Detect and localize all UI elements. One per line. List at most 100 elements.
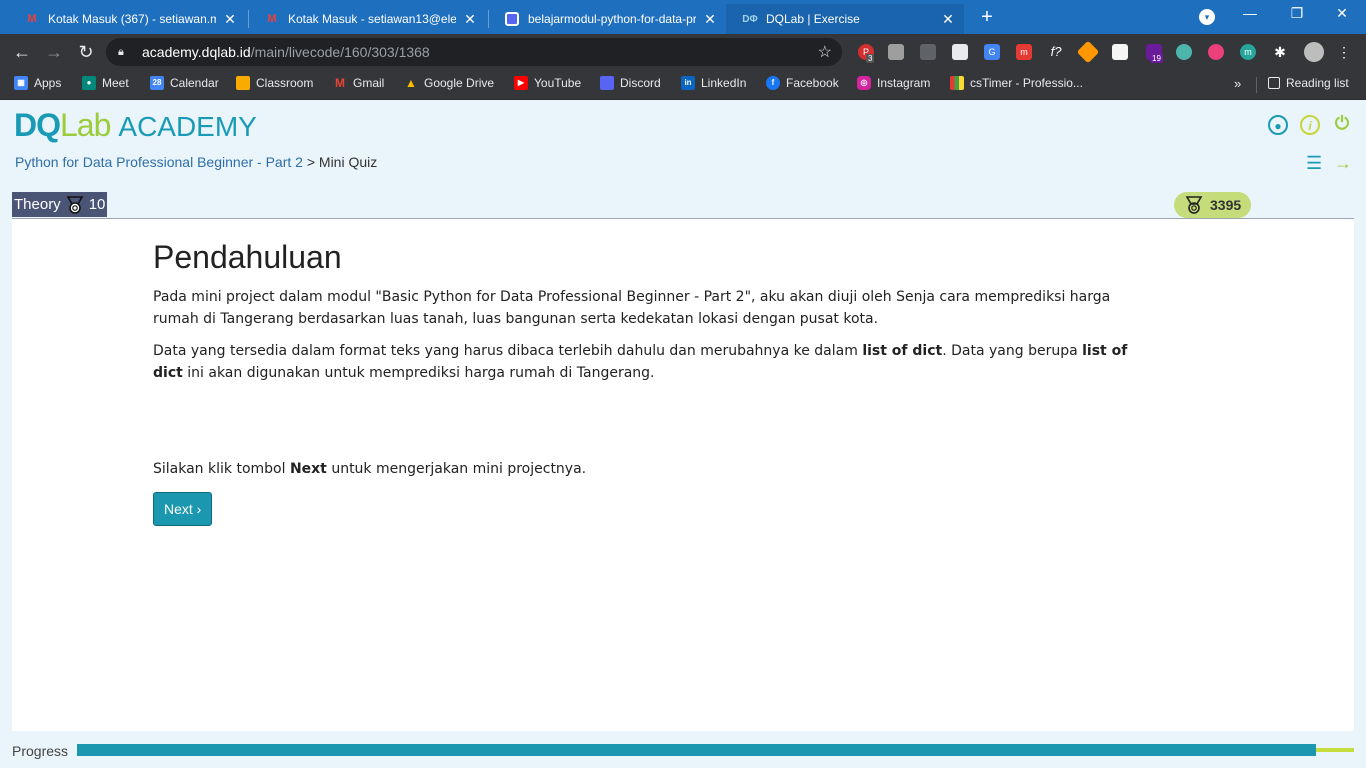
theory-badge: Theory 10 (12, 192, 108, 217)
extension-icon[interactable] (952, 44, 968, 60)
lesson-card: Pendahuluan Pada mini project dalam modu… (12, 219, 1354, 731)
dqlab-page: DQ Lab ACADEMY ● i ⏻ Python for Data Profe… (0, 102, 1366, 768)
linkedin-icon: in (681, 76, 695, 90)
youtube-icon: ▶ (514, 76, 528, 90)
progress-label: Progress (12, 743, 69, 759)
bookmark-facebook[interactable]: f Facebook (766, 76, 839, 90)
window-close-button[interactable]: ✕ (1330, 5, 1354, 22)
forward-arrow-icon[interactable]: → (42, 41, 66, 63)
bookmark-star-icon[interactable]: ☆ (818, 42, 832, 62)
close-icon[interactable]: ✕ (462, 11, 478, 28)
tab-gmail-inbox-2[interactable]: M Kotak Masuk - setiawan13@elekt ✕ (248, 4, 486, 34)
tab-title: DQLab | Exercise (766, 12, 860, 26)
gmail-icon: M (267, 13, 277, 25)
extension-icon[interactable] (1208, 44, 1224, 60)
lesson-paragraph-3: Silakan klik tombol Next untuk mengerjak… (153, 461, 587, 477)
extension-icon[interactable]: m (1240, 44, 1256, 60)
apps-grid-icon: ▦ (14, 76, 28, 90)
power-icon[interactable]: ⏻ (1332, 114, 1352, 134)
extension-badge: 19 (1150, 54, 1163, 63)
facebook-icon: f (766, 76, 780, 90)
reading-list-icon (1268, 77, 1280, 89)
tab-title: Kotak Masuk (367) - setiawan.mo (48, 12, 216, 26)
points-badge: 3395 (1174, 192, 1252, 218)
lesson-paragraph-2: Data yang tersedia dalam format teks yan… (153, 343, 1128, 381)
calendar-icon: 28 (150, 76, 164, 90)
bookmark-google-drive[interactable]: ▲ Google Drive (404, 76, 494, 90)
new-tab-button[interactable]: + (976, 6, 998, 28)
bookmark-youtube[interactable]: ▶ YouTube (514, 76, 581, 90)
extension-icon[interactable] (888, 44, 904, 60)
url-path: /main/livecode/160/303/1368 (250, 44, 430, 60)
bookmarks-more-chevron[interactable]: » (1234, 76, 1241, 91)
lesson-paragraph-1: Pada mini project dalam modul "Basic Pyt… (153, 289, 1111, 327)
minimize-button[interactable]: — (1238, 5, 1262, 21)
close-icon[interactable]: ✕ (222, 11, 238, 28)
classroom-icon (236, 76, 250, 90)
list-icon[interactable]: ☰ (1306, 153, 1322, 174)
tab-discord[interactable]: belajarmodul-python-for-data-pr ✕ (488, 4, 726, 34)
puzzle-icon[interactable]: ✱ (1272, 44, 1288, 60)
discord-icon (600, 76, 614, 90)
breadcrumb: Python for Data Professional Beginner - … (15, 154, 377, 170)
reading-list-button[interactable]: Reading list (1268, 76, 1349, 90)
bookmark-apps[interactable]: ▦ Apps (14, 76, 61, 90)
breadcrumb-separator: > (306, 154, 316, 170)
bookmark-classroom[interactable]: Classroom (236, 76, 313, 90)
instagram-icon: ◎ (857, 76, 871, 90)
dqlab-icon: DΦ (742, 13, 758, 25)
bookmark-gmail[interactable]: M Gmail (333, 76, 384, 90)
back-arrow-icon[interactable]: ← (10, 41, 34, 63)
extension-icon[interactable] (1076, 40, 1100, 64)
theory-label: Theory (14, 196, 61, 213)
extension-icon[interactable]: m (1016, 44, 1032, 60)
discord-icon (504, 11, 520, 27)
close-icon[interactable]: ✕ (940, 11, 956, 28)
tab-gmail-inbox-1[interactable]: M Kotak Masuk (367) - setiawan.mo ✕ (8, 4, 246, 34)
restore-button[interactable]: ❐ (1285, 5, 1309, 22)
lesson-title: Pendahuluan (153, 239, 342, 275)
meet-icon: ● (82, 76, 96, 90)
close-icon[interactable]: ✕ (702, 11, 718, 28)
progress-bar (77, 743, 1354, 756)
gmail-icon: M (335, 76, 345, 90)
bookmark-calendar[interactable]: 28 Calendar (150, 76, 219, 90)
tab-dqlab-exercise[interactable]: DΦ DQLab | Exercise ✕ (726, 4, 964, 34)
reload-icon[interactable]: ↻ (74, 41, 98, 63)
progress-fill (77, 744, 1316, 756)
medal-icon (66, 195, 84, 214)
tab-title: belajarmodul-python-for-data-pr (528, 12, 696, 26)
cstimer-icon (950, 76, 964, 90)
chevron-down-icon[interactable]: ▾ (1199, 9, 1215, 25)
extension-icon[interactable] (1112, 44, 1128, 60)
browser-toolbar: ← → ↻ 🔒︎ academy.dqlab.id/main/livecode/… (0, 34, 1366, 70)
user-profile-icon[interactable]: ● (1268, 115, 1288, 135)
theory-count: 10 (88, 196, 106, 213)
drive-icon: ▲ (405, 76, 417, 90)
info-icon[interactable]: i (1300, 115, 1320, 135)
bookmark-meet[interactable]: ● Meet (82, 76, 129, 90)
menu-dots-icon[interactable]: ⋮ (1336, 44, 1352, 60)
address-bar[interactable]: 🔒︎ academy.dqlab.id/main/livecode/160/30… (106, 38, 842, 66)
breadcrumb-current: Mini Quiz (318, 154, 378, 170)
bookmark-discord[interactable]: Discord (600, 76, 661, 90)
dqlab-academy-logo[interactable]: DQ Lab ACADEMY (14, 107, 257, 144)
bookmark-instagram[interactable]: ◎ Instagram (857, 76, 930, 90)
bookmarks-bar: ▦ Apps ● Meet 28 Calendar Classroom M Gmail … (0, 70, 1366, 100)
url-host: academy.dqlab.id (142, 44, 251, 60)
gmail-icon: M (27, 13, 37, 25)
bookmark-cstimer[interactable]: csTimer - Professio... (950, 76, 1083, 90)
breadcrumb-course-link[interactable]: Python for Data Professional Beginner - … (15, 154, 303, 170)
next-arrow-icon[interactable]: → (1334, 153, 1352, 174)
bookmark-linkedin[interactable]: in LinkedIn (681, 76, 746, 90)
browser-tab-strip: M Kotak Masuk (367) - setiawan.mo ✕ M Ko… (0, 0, 1366, 34)
next-button[interactable]: Next › (153, 492, 213, 526)
tab-title: Kotak Masuk - setiawan13@elekt (288, 12, 456, 26)
avatar[interactable] (1304, 42, 1324, 62)
formula-icon[interactable]: f? (1048, 44, 1064, 60)
extension-icon[interactable] (920, 44, 936, 60)
points-value: 3395 (1210, 197, 1242, 213)
translate-icon[interactable]: G (984, 44, 1000, 60)
lock-icon[interactable]: 🔒︎ (118, 46, 128, 58)
extension-icon[interactable] (1176, 44, 1192, 60)
